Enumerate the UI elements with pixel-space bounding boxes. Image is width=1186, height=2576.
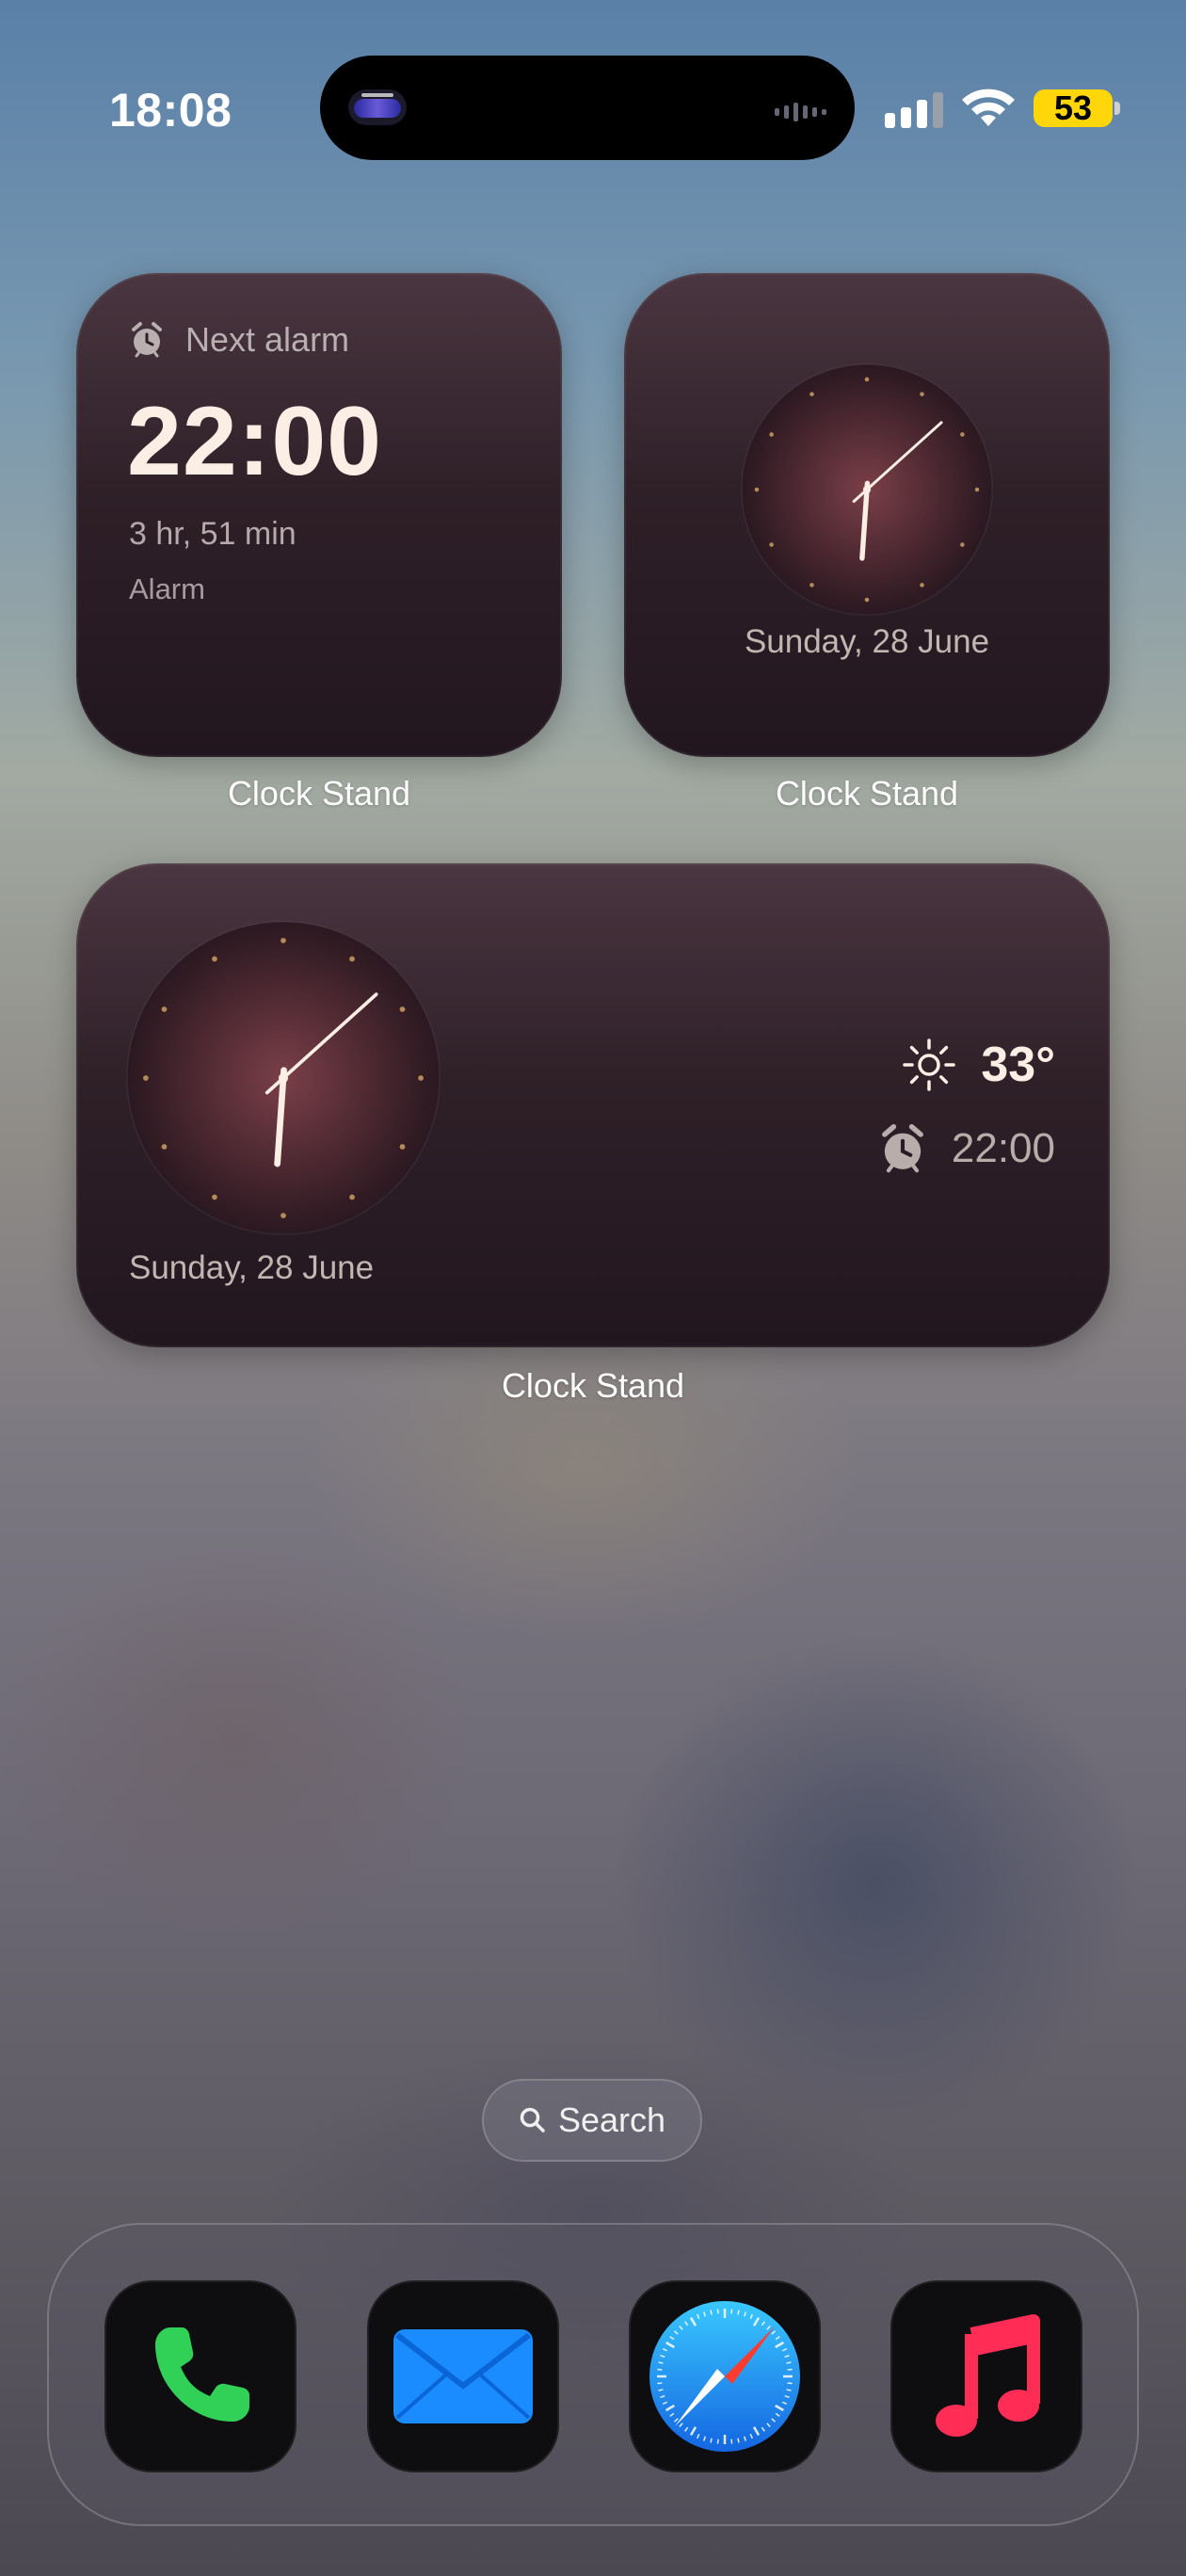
- clock-tick: [399, 1006, 406, 1012]
- clock-tick: [280, 1213, 286, 1218]
- battery-tip: [1114, 102, 1120, 115]
- alarm-clock-icon: [881, 1124, 923, 1173]
- live-activity-camera-icon: [348, 89, 407, 125]
- compass-tick: [737, 2438, 740, 2443]
- phone-app-icon[interactable]: [104, 2280, 296, 2472]
- compass-tick: [657, 2368, 663, 2371]
- weather-row: 33°: [902, 1037, 1055, 1093]
- clock-center: [278, 1072, 289, 1084]
- next-alarm-time: 22:00: [127, 387, 382, 496]
- next-alarm-widget[interactable]: Next alarm 22:00 3 hr, 51 min Alarm: [76, 273, 562, 757]
- battery-icon: 53: [1034, 89, 1113, 127]
- music-note-icon: [936, 2314, 1040, 2437]
- widget-caption-clock-small: Clock Stand: [775, 774, 959, 813]
- music-app-icon[interactable]: [890, 2280, 1082, 2472]
- clock-tick: [960, 432, 965, 437]
- compass-tick: [787, 2382, 793, 2385]
- signal-icon: [885, 92, 943, 128]
- clock-small-date: Sunday, 28 June: [744, 623, 990, 660]
- clock-tick: [418, 1075, 424, 1081]
- search-label: Search: [557, 2101, 666, 2139]
- compass-tick: [737, 2310, 740, 2315]
- compass-tick: [730, 2439, 733, 2444]
- phone-icon: [155, 2327, 249, 2422]
- clock-tick: [920, 583, 924, 588]
- alarm-label: Alarm: [129, 572, 205, 605]
- clock-tick: [280, 938, 286, 943]
- clock-tick: [349, 956, 355, 962]
- temperature: 33°: [981, 1038, 1055, 1092]
- spotlight-search-button[interactable]: Search: [482, 2079, 702, 2162]
- alarm-time-small: 22:00: [951, 1125, 1055, 1171]
- widget-caption-alarm: Clock Stand: [227, 774, 411, 813]
- compass-tick: [787, 2368, 793, 2371]
- clock-tick: [974, 487, 980, 492]
- clock-tick: [864, 597, 870, 603]
- next-alarm-header: Next alarm: [129, 320, 349, 360]
- clock-tick: [754, 487, 760, 492]
- compass-tick: [716, 2439, 719, 2444]
- alarm-remaining-time: 3 hr, 51 min: [129, 516, 296, 552]
- clock-tick: [769, 542, 774, 547]
- clock-tick: [809, 392, 814, 396]
- safari-app-icon[interactable]: [629, 2280, 821, 2472]
- compass-tick: [716, 2309, 719, 2314]
- clock-tick: [920, 392, 924, 396]
- mail-icon: [393, 2329, 533, 2423]
- clock-small-widget[interactable]: Sunday, 28 June: [624, 273, 1110, 757]
- audio-wave-icon: [775, 103, 826, 121]
- compass-tick: [786, 2389, 792, 2391]
- compass-tick: [786, 2361, 792, 2364]
- widget-caption-clock-large: Clock Stand: [501, 1366, 685, 1405]
- analog-clock: [741, 363, 993, 616]
- compass-tick: [710, 2310, 713, 2315]
- search-icon: [520, 2107, 545, 2133]
- clock-tick: [349, 1194, 355, 1200]
- clock-tick: [143, 1075, 149, 1081]
- compass-tick: [658, 2361, 664, 2364]
- compass-tick: [730, 2309, 733, 2314]
- mail-app-icon[interactable]: [367, 2280, 559, 2472]
- compass-tick: [710, 2438, 713, 2443]
- clock-tick: [960, 542, 965, 547]
- clock-tick: [161, 1006, 168, 1012]
- clock-large-date: Sunday, 28 June: [129, 1249, 375, 1286]
- alarm-row: 22:00: [878, 1122, 1055, 1175]
- clock-tick: [212, 956, 217, 962]
- analog-clock: [126, 921, 441, 1235]
- compass-tick: [657, 2382, 663, 2385]
- next-alarm-title: Next alarm: [185, 320, 350, 359]
- clock-tick: [769, 432, 774, 437]
- clock-large-widget[interactable]: Sunday, 28 June 33° 22:00: [76, 863, 1110, 1347]
- alarm-clock-icon: [132, 322, 162, 358]
- sun-icon: [903, 1038, 956, 1091]
- clock-center: [862, 485, 872, 494]
- clock-tick: [809, 583, 814, 588]
- status-time: 18:08: [109, 84, 232, 137]
- clock-tick: [161, 1144, 168, 1150]
- dynamic-island[interactable]: [320, 56, 855, 160]
- clock-tick: [212, 1194, 217, 1200]
- clock-tick: [399, 1144, 406, 1150]
- compass-tick: [658, 2389, 664, 2391]
- wifi-icon: [962, 89, 1015, 126]
- clock-tick: [864, 377, 870, 382]
- safari-compass-icon: [649, 2301, 800, 2452]
